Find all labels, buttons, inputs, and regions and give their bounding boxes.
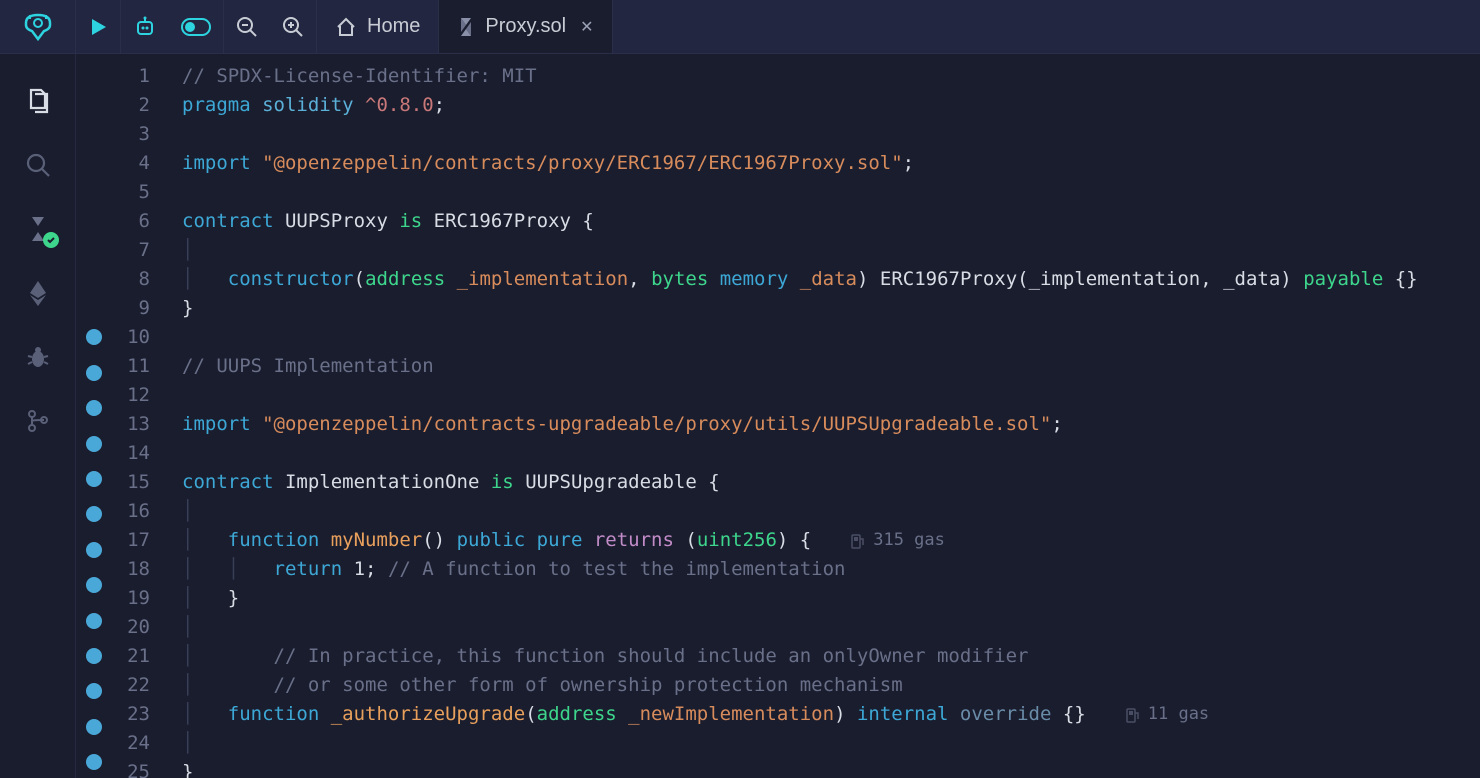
code-line[interactable]: │ } xyxy=(182,584,1480,613)
check-badge-icon xyxy=(43,232,59,248)
gas-annotation: 315 gas xyxy=(851,526,945,555)
sidebar-item-search[interactable] xyxy=(23,150,53,180)
git-icon xyxy=(25,408,51,434)
gas-pump-icon xyxy=(1126,707,1140,723)
gutter-dot[interactable] xyxy=(86,436,102,452)
code-line[interactable]: │ function _authorizeUpgrade(address _ne… xyxy=(182,700,1480,729)
code-line[interactable]: import "@openzeppelin/contracts/proxy/ER… xyxy=(182,149,1480,178)
zoom-out-icon xyxy=(236,16,258,38)
code-line[interactable]: // UUPS Implementation xyxy=(182,352,1480,381)
gutter-dot[interactable] xyxy=(86,754,102,770)
files-icon xyxy=(23,86,53,116)
tab-label: Home xyxy=(367,15,420,38)
sidebar-item-debugger[interactable] xyxy=(23,342,53,372)
tab-close-button[interactable]: ✕ xyxy=(580,17,593,37)
code-line[interactable] xyxy=(182,381,1480,410)
gutter-dot[interactable] xyxy=(86,329,102,345)
code-line[interactable]: } xyxy=(182,294,1480,323)
code-line[interactable]: │ // or some other form of ownership pro… xyxy=(182,671,1480,700)
robot-icon xyxy=(133,16,157,38)
gas-annotation: 11 gas xyxy=(1126,700,1209,729)
remix-logo-icon xyxy=(20,9,56,45)
gutter-dot[interactable] xyxy=(86,683,102,699)
robot-button[interactable] xyxy=(121,16,169,38)
home-icon xyxy=(335,16,357,38)
code-body[interactable]: // SPDX-License-Identifier: MITpragma so… xyxy=(164,58,1480,778)
code-line[interactable]: │ constructor(address _implementation, b… xyxy=(182,265,1480,294)
code-line[interactable]: │ // In practice, this function should i… xyxy=(182,642,1480,671)
zoom-out-button[interactable] xyxy=(224,16,270,38)
code-line[interactable]: │ xyxy=(182,236,1480,265)
code-line[interactable] xyxy=(182,323,1480,352)
code-line[interactable]: │ xyxy=(182,497,1480,526)
code-editor[interactable]: 1234567891011121314151617181920212223242… xyxy=(76,54,1480,778)
gutter-dot[interactable] xyxy=(86,577,102,593)
gas-pump-icon xyxy=(851,533,865,549)
code-line[interactable]: import "@openzeppelin/contracts-upgradea… xyxy=(182,410,1480,439)
zoom-in-icon xyxy=(282,16,304,38)
code-line[interactable] xyxy=(182,439,1480,468)
code-line[interactable] xyxy=(182,120,1480,149)
code-line[interactable]: contract UUPSProxy is ERC1967Proxy { xyxy=(182,207,1480,236)
gutter-dot[interactable] xyxy=(86,365,102,381)
gutter-annotations xyxy=(76,58,112,778)
gutter-dot[interactable] xyxy=(86,471,102,487)
toggle-icon xyxy=(181,18,211,36)
solidity-icon xyxy=(457,16,475,38)
sidebar xyxy=(0,54,76,778)
code-line[interactable]: } xyxy=(182,758,1480,778)
tab-label: Proxy.sol xyxy=(485,15,566,38)
code-line[interactable]: │ xyxy=(182,729,1480,758)
gutter-dot[interactable] xyxy=(86,506,102,522)
line-number-gutter: 1234567891011121314151617181920212223242… xyxy=(112,58,164,778)
app-logo[interactable] xyxy=(0,0,76,53)
gutter-dot[interactable] xyxy=(86,648,102,664)
sidebar-item-solidity-compiler[interactable] xyxy=(23,214,53,244)
gutter-dot[interactable] xyxy=(86,719,102,735)
code-line[interactable] xyxy=(182,178,1480,207)
code-line[interactable]: contract ImplementationOne is UUPSUpgrad… xyxy=(182,468,1480,497)
sidebar-item-deploy-run[interactable] xyxy=(23,278,53,308)
gutter-dot[interactable] xyxy=(86,613,102,629)
toggle-button[interactable] xyxy=(169,18,223,36)
ethereum-icon xyxy=(26,279,50,307)
code-line[interactable]: // SPDX-License-Identifier: MIT xyxy=(182,62,1480,91)
code-line[interactable]: │ │ return 1; // A function to test the … xyxy=(182,555,1480,584)
zoom-in-button[interactable] xyxy=(270,16,316,38)
gutter-dot[interactable] xyxy=(86,542,102,558)
run-button[interactable] xyxy=(76,17,120,37)
code-line[interactable]: pragma solidity ^0.8.0; xyxy=(182,91,1480,120)
search-icon xyxy=(25,152,51,178)
topbar: Home Proxy.sol ✕ xyxy=(0,0,1480,54)
bug-icon xyxy=(25,344,51,370)
sidebar-item-file-explorer[interactable] xyxy=(23,86,53,116)
code-line[interactable]: │ function myNumber() public pure return… xyxy=(182,526,1480,555)
gutter-dot[interactable] xyxy=(86,400,102,416)
tab-proxy-sol[interactable]: Proxy.sol ✕ xyxy=(439,0,612,53)
sidebar-item-git[interactable] xyxy=(23,406,53,436)
play-icon xyxy=(88,17,108,37)
tab-home[interactable]: Home xyxy=(317,0,439,53)
code-line[interactable]: │ xyxy=(182,613,1480,642)
